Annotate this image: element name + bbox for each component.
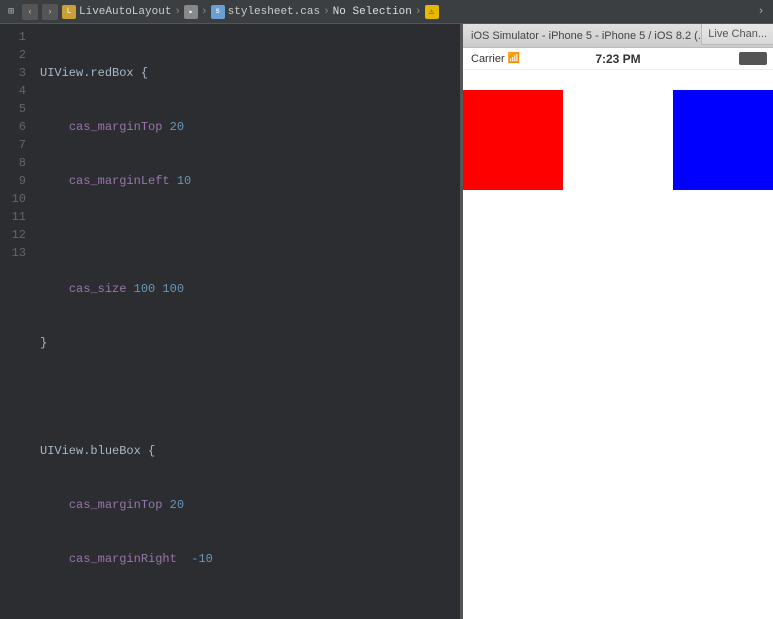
line-num-13: 13 <box>4 244 26 262</box>
code-line-6: } <box>40 334 452 352</box>
wifi-icon: 📶 <box>508 53 520 64</box>
line-num-8: 8 <box>4 154 26 172</box>
code-line-3: cas_marginLeft 10 <box>40 172 452 190</box>
red-box <box>463 90 563 190</box>
live-change-label: Live Chan... <box>701 24 773 45</box>
grid-icon[interactable]: ⊞ <box>4 5 18 19</box>
top-bar: ⊞ ‹ › L LiveAutoLayout › ▸ › s styleshee… <box>0 0 773 24</box>
breadcrumb-folder[interactable]: LiveAutoLayout <box>79 6 171 18</box>
top-bar-icons: ⊞ <box>4 5 18 19</box>
breadcrumb-sep4: › <box>415 6 422 18</box>
breadcrumb-sep1: › <box>174 6 181 18</box>
code-line-4 <box>40 226 452 244</box>
code-line-2: cas_marginTop 20 <box>40 118 452 136</box>
line-num-2: 2 <box>4 46 26 64</box>
simulator-content: Carrier 📶 7:23 PM <box>463 48 773 619</box>
status-time: 7:23 PM <box>595 52 640 66</box>
code-lines[interactable]: UIView.redBox { cas_marginTop 20 cas_mar… <box>32 24 460 619</box>
line-num-5: 5 <box>4 100 26 118</box>
iphone-statusbar: Carrier 📶 7:23 PM <box>463 48 773 70</box>
breadcrumb: L LiveAutoLayout › ▸ › s stylesheet.cas … <box>62 5 749 19</box>
battery-icon <box>739 52 767 65</box>
simulator-panel: iOS Simulator - iPhone 5 - iPhone 5 / iO… <box>463 24 773 619</box>
line-num-12: 12 <box>4 226 26 244</box>
breadcrumb-sep3: › <box>323 6 330 18</box>
blue-box <box>673 90 773 190</box>
code-line-10: cas_marginRight -10 <box>40 550 452 568</box>
breadcrumb-sep2: › <box>201 6 208 18</box>
line-num-6: 6 <box>4 118 26 136</box>
no-selection-label: No Selection <box>333 6 412 18</box>
main-area: 1 2 3 4 5 6 7 8 9 10 11 12 13 UIView.red… <box>0 24 773 619</box>
warning-icon: ⚠ <box>425 5 439 19</box>
carrier-label: Carrier <box>471 53 505 65</box>
more-button[interactable]: › <box>753 4 769 20</box>
line-num-1: 1 <box>4 28 26 46</box>
folder2-icon: ▸ <box>184 5 198 19</box>
code-line-7 <box>40 388 452 406</box>
code-line-5: cas_size 100 100 <box>40 280 452 298</box>
code-line-9: cas_marginTop 20 <box>40 496 452 514</box>
line-num-9: 9 <box>4 172 26 190</box>
nav-back-button[interactable]: ‹ <box>22 4 38 20</box>
code-editor[interactable]: 1 2 3 4 5 6 7 8 9 10 11 12 13 UIView.red… <box>0 24 460 619</box>
simulator-title: iOS Simulator - iPhone 5 - iPhone 5 / iO… <box>471 30 707 42</box>
breadcrumb-file[interactable]: stylesheet.cas <box>228 6 320 18</box>
line-num-4: 4 <box>4 82 26 100</box>
line-numbers: 1 2 3 4 5 6 7 8 9 10 11 12 13 <box>0 24 32 619</box>
status-carrier: Carrier 📶 <box>471 53 520 65</box>
nav-forward-button[interactable]: › <box>42 4 58 20</box>
code-line-11 <box>40 604 452 619</box>
line-num-7: 7 <box>4 136 26 154</box>
line-num-11: 11 <box>4 208 26 226</box>
file-icon: s <box>211 5 225 19</box>
line-num-10: 10 <box>4 190 26 208</box>
line-num-3: 3 <box>4 64 26 82</box>
folder-icon: L <box>62 5 76 19</box>
code-line-1: UIView.redBox { <box>40 64 452 82</box>
code-line-8: UIView.blueBox { <box>40 442 452 460</box>
iphone-screen <box>463 70 773 619</box>
